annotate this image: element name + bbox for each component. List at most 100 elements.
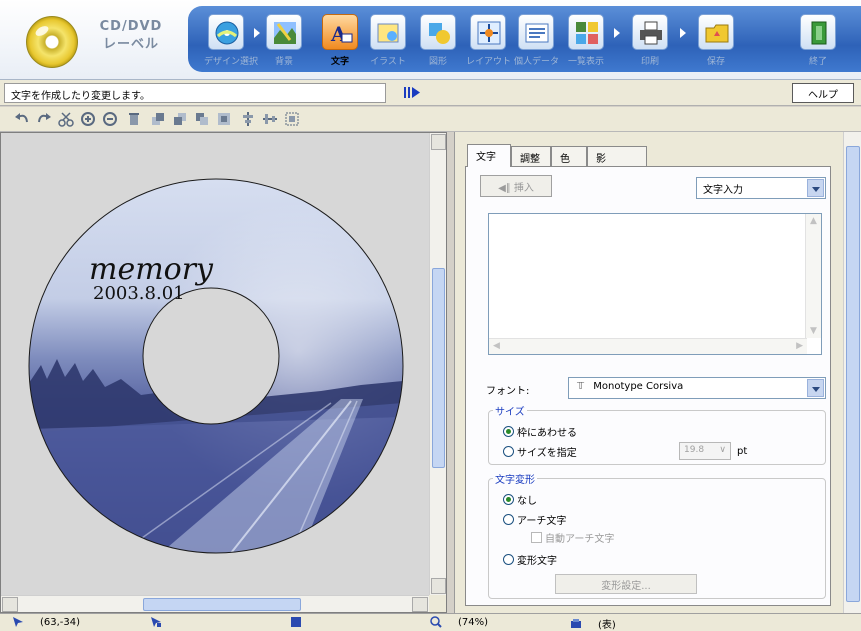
radio-unselected-icon (503, 446, 514, 457)
disc-title-text[interactable]: memory (89, 252, 214, 287)
status-object-size (150, 616, 166, 628)
help-button[interactable]: ヘルプ (792, 83, 854, 103)
text-properties-panel: 文字 調整 色 影 ◀∥ 挿入 文字入力 ▲ ▼ ◀ ▶ フォント: 𝕋 Mon… (454, 132, 861, 613)
point-size-value: 19.8 (684, 445, 705, 455)
radio-arch-text[interactable]: アーチ文字 (503, 512, 566, 527)
tool-exit[interactable]: 終了 (796, 14, 840, 67)
tool-design-select[interactable]: デザイン選択 (204, 14, 259, 67)
insert-button[interactable]: ◀∥ 挿入 (480, 175, 552, 197)
tab-color[interactable]: 色 (551, 146, 587, 166)
tool-label: イラスト (370, 57, 406, 67)
frame-icon (291, 617, 301, 627)
point-size-select[interactable]: 19.8 ∨ (679, 442, 731, 460)
tab-text[interactable]: 文字 (467, 144, 511, 167)
scroll-right-icon[interactable] (412, 597, 428, 612)
checkbox-label: 自動アーチ文字 (545, 534, 615, 545)
undo-icon[interactable] (14, 111, 30, 127)
pointer-position-icon (13, 617, 23, 627)
flow-arrow-icon (254, 28, 260, 38)
zoom-in-icon[interactable] (80, 111, 96, 127)
bring-front-icon[interactable] (150, 111, 166, 127)
distribute-icon[interactable] (262, 111, 278, 127)
tool-save[interactable]: 保存 (694, 14, 738, 67)
tool-label: 終了 (808, 57, 827, 67)
textarea-vertical-scrollbar[interactable]: ▲ ▼ (805, 214, 821, 338)
tool-label: 印刷 (640, 57, 659, 67)
size-group-legend: サイズ (495, 407, 525, 418)
radio-label: アーチ文字 (517, 516, 567, 527)
tool-text[interactable]: A 文字 (318, 14, 362, 67)
tool-personal-data[interactable]: 個人データ (514, 14, 560, 67)
app-logo-title: CD/DVD レーベル (86, 18, 176, 54)
disc-design-icon (208, 14, 244, 50)
text-input-area[interactable]: ▲ ▼ ◀ ▶ (488, 213, 822, 355)
disc-center-hole (142, 287, 280, 425)
font-select[interactable]: 𝕋 Monotype Corsiva (568, 377, 826, 399)
text-icon: A (322, 14, 358, 50)
logo-line-2: レーベル (102, 37, 159, 52)
font-label: フォント: (486, 386, 530, 397)
zoom-out-icon[interactable] (102, 111, 118, 127)
cd-logo-icon (26, 16, 78, 68)
scroll-thumb[interactable] (143, 598, 301, 611)
scissors-icon[interactable] (58, 111, 74, 127)
scroll-up-icon[interactable] (431, 134, 446, 150)
tool-label: レイアウト (466, 57, 512, 67)
input-mode-value: 文字入力 (703, 185, 743, 196)
play-icon (404, 87, 420, 98)
tool-shape[interactable]: 図形 (416, 14, 460, 67)
radio-unselected-icon (503, 514, 514, 525)
tool-print[interactable]: 印刷 (628, 14, 672, 67)
tab-adjust[interactable]: 調整 (511, 146, 551, 166)
radio-fit-frame[interactable]: 枠にあわせる (503, 424, 577, 439)
radio-label: 変形文字 (517, 556, 557, 567)
preview-vertical-scrollbar[interactable] (429, 133, 446, 595)
status-zoom: (74%) (430, 616, 488, 628)
preview-horizontal-scrollbar[interactable] (1, 595, 429, 612)
font-value: Monotype Corsiva (593, 381, 684, 392)
scroll-down-icon[interactable]: ▼ (810, 326, 817, 336)
label-canvas[interactable]: memory 2003.8.01 (1, 133, 429, 595)
align-icon[interactable] (240, 111, 256, 127)
tab-shadow[interactable]: 影 (587, 146, 647, 166)
tool-layout[interactable]: レイアウト (466, 14, 512, 67)
send-back-icon[interactable] (216, 111, 232, 127)
backward-icon[interactable] (194, 111, 210, 127)
radio-specify-size[interactable]: サイズを指定 (503, 444, 577, 459)
label-side-icon (571, 618, 581, 628)
redo-icon[interactable] (36, 111, 52, 127)
printer-icon (632, 14, 668, 50)
save-folder-icon (698, 14, 734, 50)
radio-deform-none[interactable]: なし (503, 492, 537, 507)
delete-icon[interactable] (126, 111, 142, 127)
tool-list-view[interactable]: 一覧表示 (564, 14, 608, 67)
scroll-down-icon[interactable] (431, 578, 446, 594)
status-side: (表) (570, 616, 616, 631)
radio-label: なし (517, 496, 537, 507)
panel-vertical-scrollbar[interactable] (843, 132, 861, 613)
point-unit-label: pt (737, 446, 748, 457)
tool-label: デザイン選択 (204, 57, 259, 67)
tool-illustration[interactable]: イラスト (366, 14, 410, 67)
background-icon (266, 14, 302, 50)
scroll-thumb[interactable] (846, 146, 860, 602)
group-icon[interactable] (284, 111, 300, 127)
checkbox-box (531, 532, 542, 543)
scroll-left-icon[interactable] (2, 597, 18, 612)
input-mode-select[interactable]: 文字入力 (696, 177, 826, 199)
forward-icon[interactable] (172, 111, 188, 127)
logo-line-1: CD/DVD (99, 19, 163, 34)
radio-deform-text[interactable]: 変形文字 (503, 552, 557, 567)
scroll-up-icon[interactable]: ▲ (810, 216, 817, 226)
scroll-right-icon[interactable]: ▶ (796, 341, 803, 351)
scroll-thumb[interactable] (432, 268, 445, 468)
tool-background[interactable]: 背景 (262, 14, 306, 67)
deform-settings-button[interactable]: 変形設定... (555, 574, 697, 594)
checkbox-auto-arch[interactable]: 自動アーチ文字 (531, 530, 614, 545)
size-group: サイズ 枠にあわせる サイズを指定 19.8 ∨ pt (488, 403, 826, 465)
disc-date-text[interactable]: 2003.8.01 (93, 283, 185, 304)
tool-label: 個人データ (514, 57, 560, 67)
scrollbar-corner (429, 595, 446, 612)
textarea-horizontal-scrollbar[interactable]: ◀ ▶ (489, 338, 807, 354)
scroll-left-icon[interactable]: ◀ (493, 341, 500, 351)
